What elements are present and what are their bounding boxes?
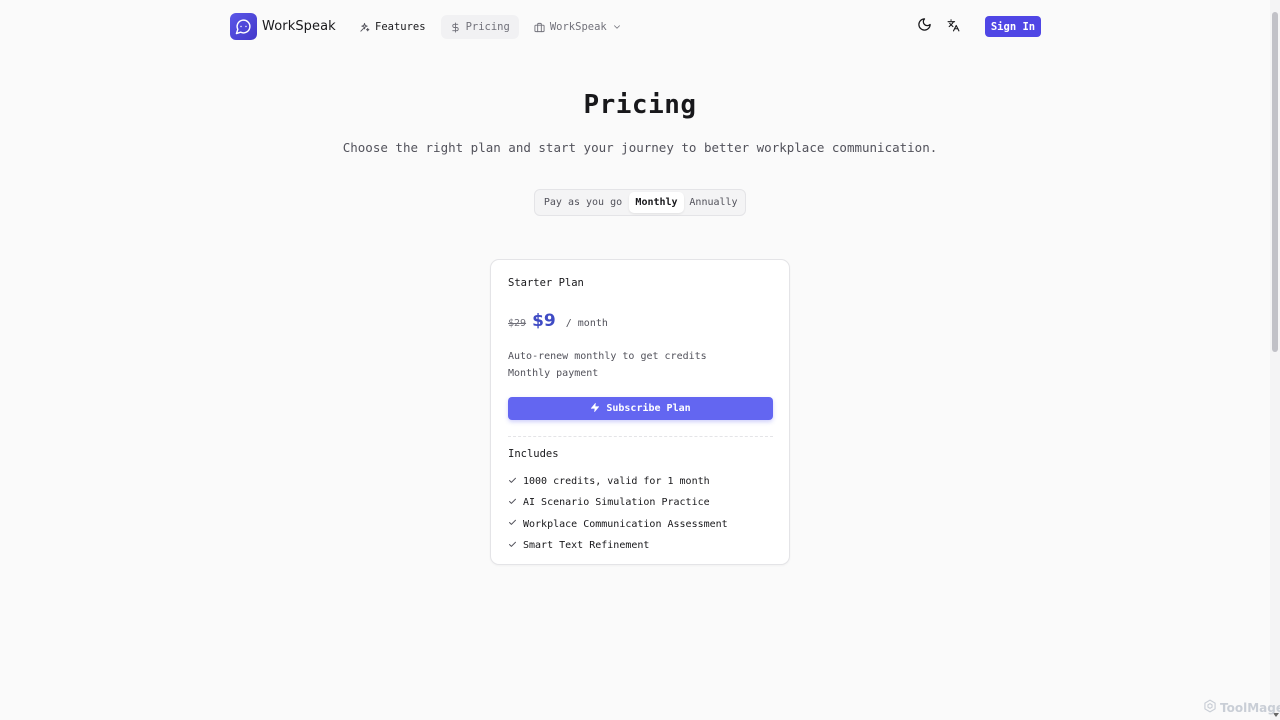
card-divider — [508, 436, 773, 437]
nav-item-pricing[interactable]: Pricing — [440, 15, 519, 39]
list-item: 1000 credits, valid for 1 month — [508, 471, 728, 492]
check-icon — [508, 497, 517, 509]
list-item: Workplace Communication Assessment — [508, 514, 728, 535]
current-price: $9 — [532, 311, 556, 331]
plan-description-line: Auto-renew monthly to get credits — [508, 351, 707, 362]
feature-list: 1000 credits, valid for 1 month AI Scena… — [508, 471, 728, 556]
scrollbar-thumb[interactable] — [1272, 12, 1278, 352]
nav-item-label: Features — [375, 21, 426, 33]
lightning-icon — [590, 402, 600, 416]
page-title: Pricing — [583, 90, 697, 120]
includes-heading: Includes — [508, 448, 559, 460]
pricing-card: Starter Plan $29 $9 / month Auto-renew m… — [490, 259, 790, 565]
plan-name: Starter Plan — [508, 277, 584, 289]
billing-period-toggle: Pay as you go Monthly Annually — [534, 189, 746, 216]
price-period: / month — [565, 318, 608, 329]
vertical-scrollbar[interactable] — [1270, 0, 1280, 720]
price-row: $29 $9 / month — [508, 311, 608, 331]
original-price: $29 — [508, 318, 527, 329]
nav-item-label: Pricing — [465, 21, 510, 33]
toggle-option-monthly[interactable]: Monthly — [629, 192, 684, 213]
moon-icon — [917, 17, 932, 36]
list-item: AI Scenario Simulation Practice — [508, 492, 728, 513]
check-icon — [508, 476, 517, 488]
toggle-option-annually[interactable]: Annually — [684, 192, 743, 213]
hexagon-logo-icon — [1203, 699, 1217, 716]
check-icon — [508, 540, 517, 552]
briefcase-icon — [534, 22, 545, 33]
toggle-option-pay-as-you-go[interactable]: Pay as you go — [537, 192, 629, 213]
brand-logo-link[interactable]: WorkSpeak — [230, 13, 336, 40]
top-navbar: WorkSpeak Features Pricing WorkSpeak Sig… — [0, 0, 1270, 54]
watermark: ToolMage — [1203, 699, 1280, 716]
subscribe-plan-button[interactable]: Subscribe Plan — [508, 397, 773, 420]
nav-item-label: WorkSpeak — [549, 21, 607, 33]
main-nav: Features Pricing WorkSpeak — [350, 15, 631, 39]
feature-label: Smart Text Refinement — [523, 540, 650, 552]
chat-bubble-icon — [230, 13, 257, 40]
plan-description-line: Monthly payment — [508, 368, 599, 379]
list-item: Smart Text Refinement — [508, 535, 728, 556]
feature-label: 1000 credits, valid for 1 month — [523, 476, 710, 488]
nav-item-workspeak-dropdown[interactable]: WorkSpeak — [525, 15, 631, 39]
page: WorkSpeak Features Pricing WorkSpeak Sig… — [0, 0, 1280, 720]
sign-in-button[interactable]: Sign In — [985, 16, 1041, 37]
page-subtitle: Choose the right plan and start your jou… — [342, 140, 938, 155]
chevron-down-icon — [612, 22, 622, 32]
language-toggle-button[interactable] — [943, 16, 963, 36]
feature-label: AI Scenario Simulation Practice — [523, 497, 710, 509]
dollar-icon — [450, 21, 461, 33]
sparkles-icon — [359, 22, 370, 33]
feature-label: Workplace Communication Assessment — [523, 518, 728, 530]
translate-icon — [947, 17, 960, 36]
check-icon — [508, 518, 517, 530]
brand-name: WorkSpeak — [262, 19, 336, 34]
subscribe-label: Subscribe Plan — [606, 403, 691, 414]
theme-toggle-button[interactable] — [914, 16, 934, 36]
nav-item-features[interactable]: Features — [350, 15, 435, 39]
watermark-text: ToolMage — [1220, 700, 1280, 715]
